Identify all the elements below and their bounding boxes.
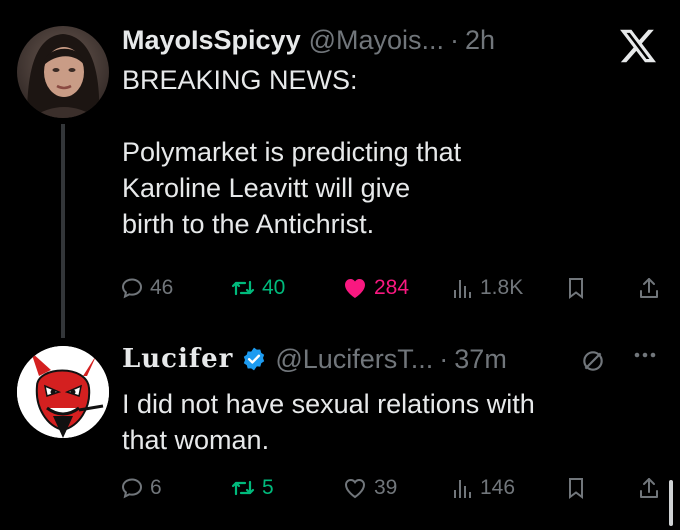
timestamp[interactable]: 2h xyxy=(465,24,495,56)
x-logo-icon[interactable] xyxy=(618,26,658,71)
tweet-line: birth to the Antichrist. xyxy=(122,209,375,239)
share-icon xyxy=(640,478,658,498)
author-name[interactable]: Lucifer xyxy=(122,343,233,375)
timestamp[interactable]: 37m xyxy=(454,343,507,375)
tweet-1-actions: 46 40 284 1.8K xyxy=(120,276,660,310)
separator-dot: · xyxy=(450,25,460,55)
repost-count: 5 xyxy=(262,476,274,499)
reply-icon xyxy=(121,278,143,299)
avatar-mayoisspicyy[interactable] xyxy=(17,26,109,118)
tweet-1-text: BREAKING NEWS: Polymarket is predicting … xyxy=(122,62,461,242)
author-handle[interactable]: @Mayois... xyxy=(309,24,444,56)
views-chart-icon xyxy=(454,480,471,498)
share-button[interactable] xyxy=(638,276,660,300)
tweet-line xyxy=(122,98,461,134)
repost-button[interactable]: 40 xyxy=(230,276,285,300)
bookmark-icon xyxy=(569,478,583,499)
tweet-2-actions: 6 5 39 146 xyxy=(120,476,660,510)
share-button[interactable] xyxy=(638,476,660,500)
like-button[interactable]: 284 xyxy=(342,276,409,300)
views-count: 146 xyxy=(480,476,516,499)
thread-connector-line xyxy=(61,124,65,338)
scrollbar-thumb[interactable] xyxy=(669,480,673,526)
tweet-line: BREAKING NEWS: xyxy=(122,65,358,95)
bookmark-button[interactable] xyxy=(566,276,586,300)
views-chart-icon xyxy=(454,280,471,298)
verified-badge-icon xyxy=(244,347,265,371)
separator-dot: · xyxy=(439,344,449,374)
like-button[interactable]: 39 xyxy=(342,476,397,500)
share-icon xyxy=(640,278,658,298)
repost-icon xyxy=(231,280,255,296)
tweet-line: Karoline Leavitt will give xyxy=(122,173,411,203)
avatar-lucifer[interactable] xyxy=(17,346,109,438)
tweet-2-header: Lucifer @LucifersT... · 37m xyxy=(122,343,507,375)
tweet-line: I did not have sexual relations with xyxy=(122,389,535,419)
heart-outline-icon xyxy=(344,478,366,499)
reply-count: 6 xyxy=(150,476,162,499)
tweet-line: that woman. xyxy=(122,425,270,455)
tweet-line: Polymarket is predicting that xyxy=(122,137,462,167)
bookmark-icon xyxy=(569,278,583,299)
tweet-1-header: MayoIsSpicyy @Mayois... · 2h xyxy=(122,24,495,56)
author-handle[interactable]: @LucifersT... xyxy=(275,343,433,375)
reply-button[interactable]: 6 xyxy=(120,476,162,500)
author-name[interactable]: MayoIsSpicyy xyxy=(122,24,301,56)
repost-icon xyxy=(231,480,255,496)
bookmark-button[interactable] xyxy=(566,476,586,500)
like-count: 284 xyxy=(374,276,410,299)
views-count: 1.8K xyxy=(480,276,524,299)
like-count: 39 xyxy=(374,476,398,499)
reply-icon xyxy=(121,478,143,499)
reply-count: 46 xyxy=(150,276,174,299)
grok-icon[interactable] xyxy=(580,348,606,379)
repost-button[interactable]: 5 xyxy=(230,476,274,500)
more-options-icon[interactable] xyxy=(630,340,660,375)
heart-filled-icon xyxy=(345,279,365,298)
views-button[interactable]: 146 xyxy=(452,476,515,500)
repost-count: 40 xyxy=(262,276,286,299)
tweet-2-text: I did not have sexual relations with tha… xyxy=(122,386,535,458)
views-button[interactable]: 1.8K xyxy=(452,276,523,300)
reply-button[interactable]: 46 xyxy=(120,276,173,300)
